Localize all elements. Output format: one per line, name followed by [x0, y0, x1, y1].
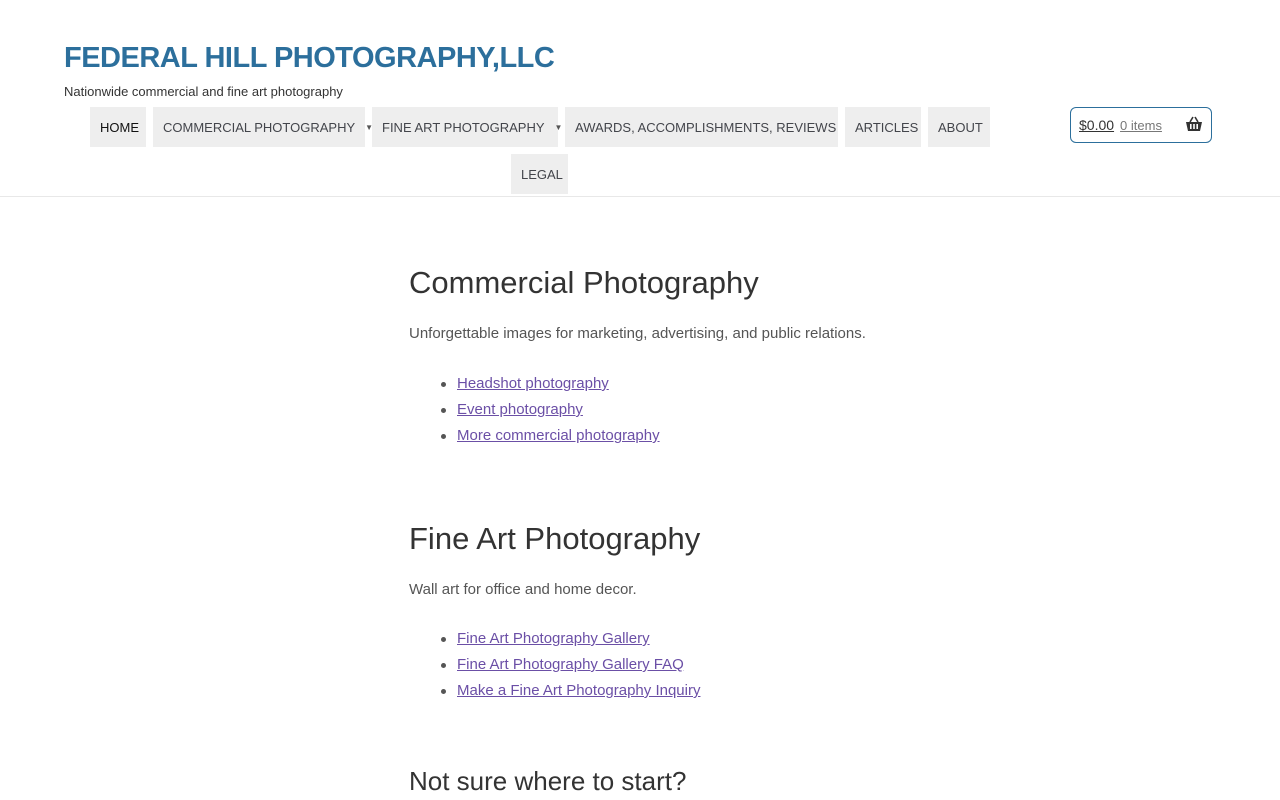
nav-item-home-label: HOME — [100, 119, 139, 135]
nav-item-about-label: ABOUT — [938, 119, 983, 135]
nav-item-about[interactable]: ABOUT — [928, 107, 990, 147]
fine-art-inquiry-link[interactable]: Make a Fine Art Photography Inquiry — [457, 682, 700, 699]
site-title[interactable]: FEDERAL HILL PHOTOGRAPHY,LLC — [64, 42, 555, 75]
commercial-links: Headshot photography Event photography M… — [409, 371, 660, 449]
nav-item-awards-label: AWARDS, ACCOMPLISHMENTS, REVIEWS — [575, 119, 837, 135]
nav-item-fine-art-label: FINE ART PHOTOGRAPHY — [382, 119, 545, 135]
site-tagline: Nationwide commercial and fine art photo… — [64, 84, 343, 99]
headshot-photography-link[interactable]: Headshot photography — [457, 375, 609, 392]
start-heading: Not sure where to start? — [409, 766, 687, 796]
list-item: Event photography — [409, 397, 660, 423]
fine-art-links: Fine Art Photography Gallery Fine Art Ph… — [409, 626, 700, 704]
nav-item-fine-art-photography[interactable]: FINE ART PHOTOGRAPHY ▼ — [372, 107, 562, 147]
cart-item-count[interactable]: 0 items — [1120, 118, 1162, 133]
fine-art-heading: Fine Art Photography — [409, 521, 701, 556]
fine-art-description: Wall art for office and home decor. — [409, 581, 637, 598]
nav-item-articles[interactable]: ARTICLES — [845, 107, 921, 147]
caret-down-icon: ▼ — [554, 122, 563, 132]
nav-item-awards[interactable]: AWARDS, ACCOMPLISHMENTS, REVIEWS ▼ — [565, 107, 854, 147]
list-item: Headshot photography — [409, 371, 660, 397]
commercial-heading: Commercial Photography — [409, 265, 759, 300]
site-header: FEDERAL HILL PHOTOGRAPHY,LLC Nationwide … — [0, 0, 1280, 197]
nav-item-articles-label: ARTICLES — [855, 119, 919, 135]
nav-item-legal[interactable]: LEGAL — [511, 154, 568, 194]
cart-widget[interactable]: $0.00 0 items — [1070, 107, 1212, 143]
list-item: More commercial photography — [409, 423, 660, 449]
event-photography-link[interactable]: Event photography — [457, 401, 583, 418]
cart-amount[interactable]: $0.00 — [1079, 117, 1114, 133]
nav-item-legal-label: LEGAL — [521, 166, 563, 182]
list-item: Make a Fine Art Photography Inquiry — [409, 678, 700, 704]
nav-item-commercial-photography[interactable]: COMMERCIAL PHOTOGRAPHY ▼ — [153, 107, 373, 147]
list-item: Fine Art Photography Gallery FAQ — [409, 652, 700, 678]
fine-art-gallery-faq-link[interactable]: Fine Art Photography Gallery FAQ — [457, 656, 684, 673]
commercial-description: Unforgettable images for marketing, adve… — [409, 325, 866, 342]
more-commercial-photography-link[interactable]: More commercial photography — [457, 427, 660, 444]
fine-art-gallery-link[interactable]: Fine Art Photography Gallery — [457, 630, 650, 647]
basket-icon[interactable] — [1185, 116, 1203, 137]
nav-item-home[interactable]: HOME — [90, 107, 146, 147]
list-item: Fine Art Photography Gallery — [409, 626, 700, 652]
nav-item-commercial-label: COMMERCIAL PHOTOGRAPHY — [163, 119, 356, 135]
